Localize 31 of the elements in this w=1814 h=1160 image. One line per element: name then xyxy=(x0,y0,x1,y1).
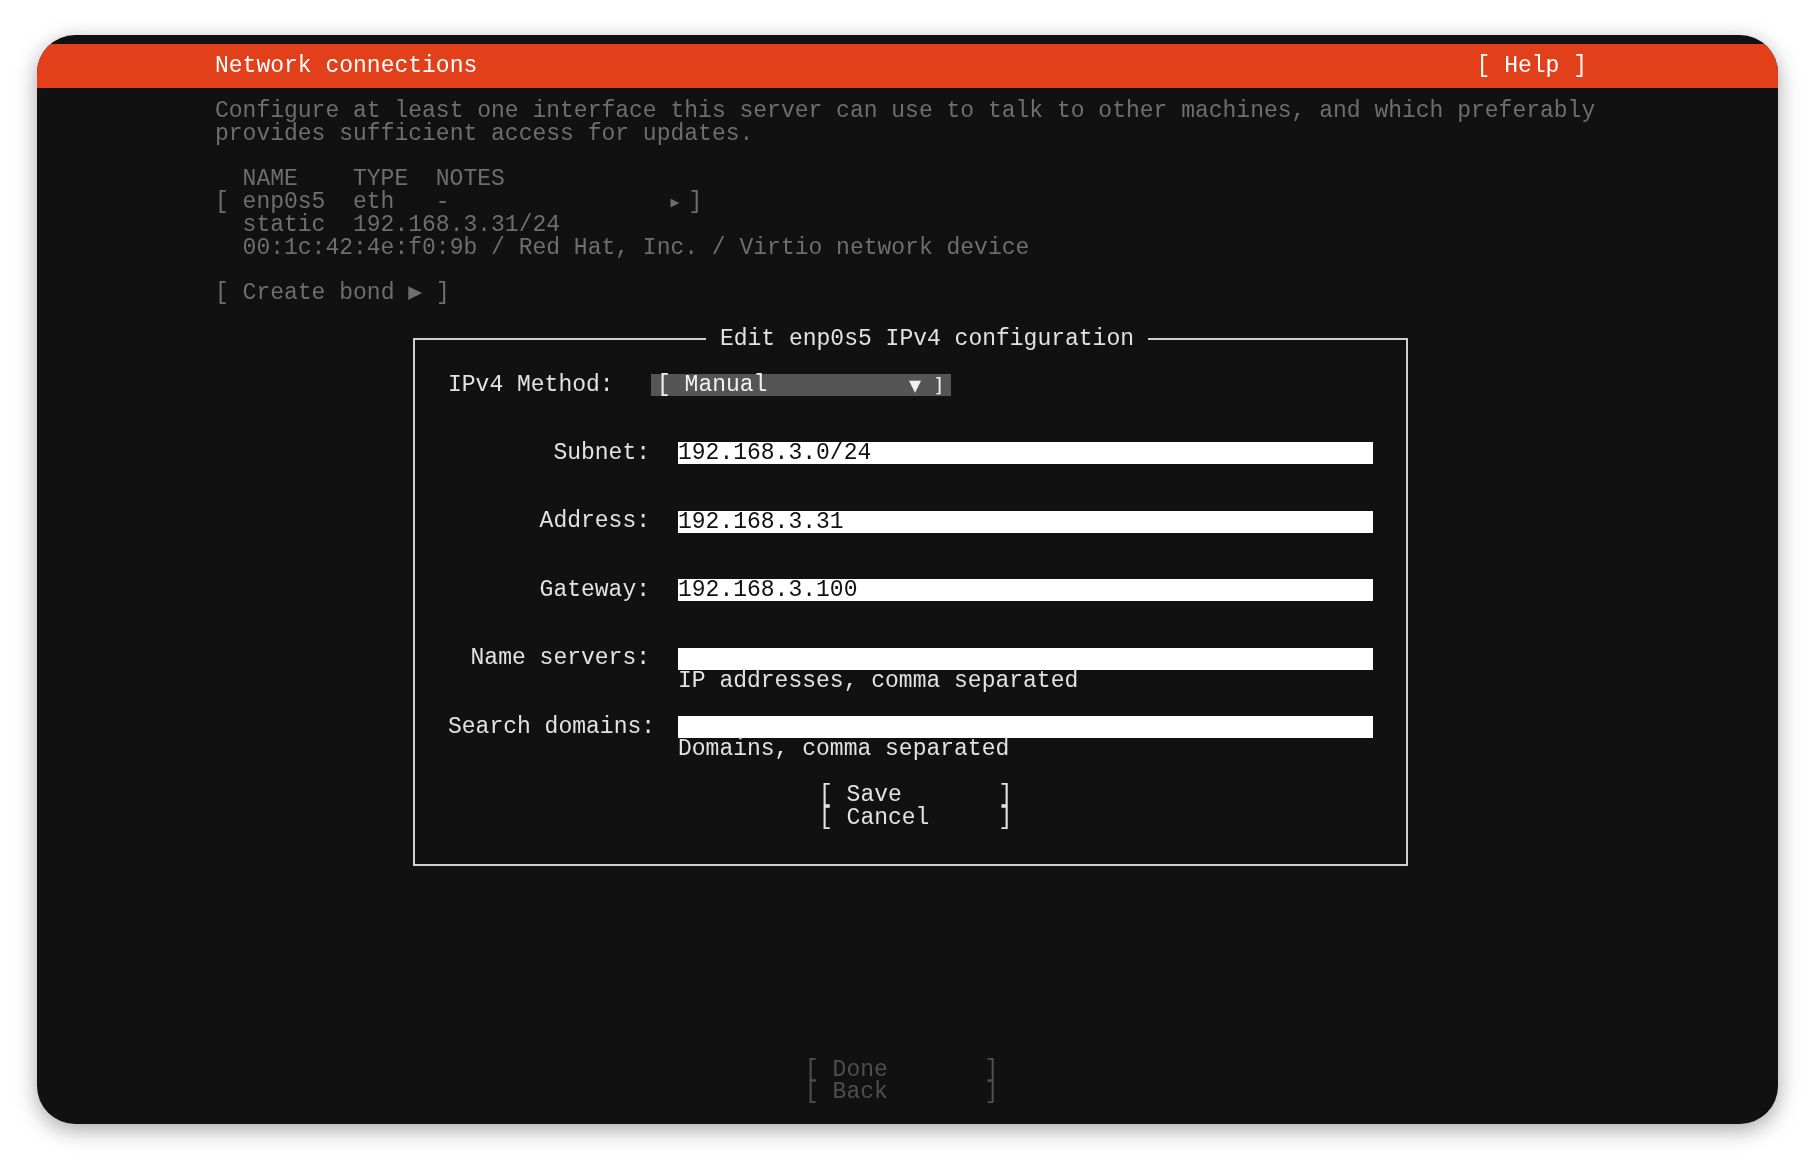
field-label: IPv4 Method: xyxy=(448,373,615,397)
interface-detail: 00:1c:42:4e:f0:9b / Red Hat, Inc. / Virtio network device xyxy=(241,236,1031,260)
bracket: ] xyxy=(688,191,703,214)
column-header: NOTES xyxy=(435,168,506,192)
field-label: Gateway: xyxy=(538,578,650,602)
input-field[interactable] xyxy=(678,647,1373,670)
field-label: Subnet: xyxy=(552,441,650,465)
create-bond-button[interactable]: [ Create bond ▶ ] xyxy=(215,282,450,306)
input-field[interactable]: 192.168.3.0/24 xyxy=(678,442,1373,465)
description-text: Configure at least one interface this server can use to talk to other machines, and which preferably provides sufficient access for updates. xyxy=(215,100,1596,146)
table-cell-text: eth xyxy=(353,191,395,214)
interface-detail: static 192.168.3.31/24 xyxy=(241,214,562,237)
field-label: Search domains: xyxy=(448,715,650,739)
input-field[interactable]: 192.168.3.31 xyxy=(678,510,1373,533)
table-cell-text: - xyxy=(435,191,450,214)
screen-title: Network connections xyxy=(215,54,478,78)
input-field[interactable] xyxy=(678,715,1373,738)
column-header: NAME xyxy=(242,168,298,192)
arrow-icon[interactable]: ▶ xyxy=(670,191,689,214)
field-label: Name servers: xyxy=(469,647,650,670)
hint-text: Domains, comma separated xyxy=(678,736,1010,763)
hint-text: IP addresses, comma separated xyxy=(678,667,1079,694)
interface-name[interactable]: enp0s5 xyxy=(242,191,353,214)
dialog-button[interactable]: [ Save ] xyxy=(819,783,1013,807)
method-dropdown[interactable]: [ Manual ▼ ] xyxy=(651,373,951,396)
field-label: Address: xyxy=(538,510,650,534)
dialog-button[interactable]: [ Cancel ] xyxy=(819,806,1013,830)
bracket: [ xyxy=(215,191,230,214)
input-field[interactable]: 192.168.3.100 xyxy=(678,579,1373,602)
dialog-title: Edit enp0s5 IPv4 configuration xyxy=(718,327,1136,351)
help-button[interactable]: [ Help ] xyxy=(1476,54,1587,78)
